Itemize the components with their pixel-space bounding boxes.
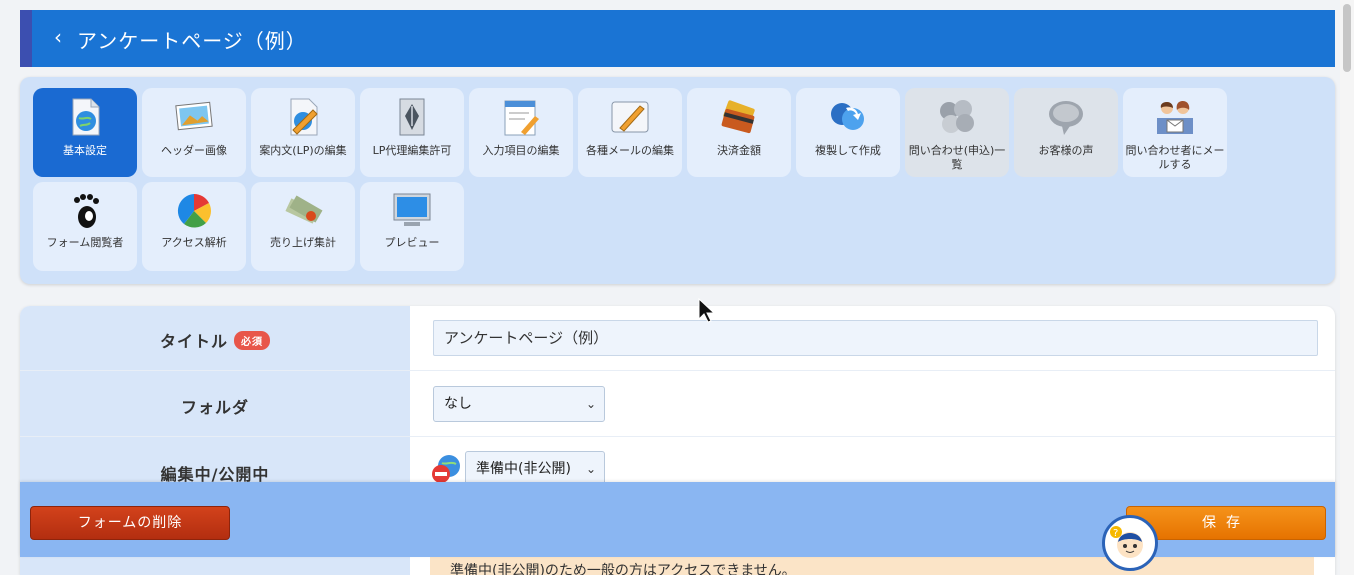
mail-pencil-icon bbox=[611, 101, 649, 133]
duplicate-arrows-icon bbox=[831, 103, 864, 130]
pen-nib-icon bbox=[399, 98, 425, 136]
globe-document-icon bbox=[72, 98, 100, 136]
tool-label: フォーム閲覧者 bbox=[46, 236, 124, 249]
tool-basic-settings[interactable]: 基本設定 bbox=[33, 88, 137, 177]
tool-payment-amount[interactable]: 決済金額 bbox=[687, 88, 791, 177]
title-label: タイトル 必須 bbox=[20, 328, 410, 352]
credit-card-icon bbox=[721, 100, 755, 134]
tool-lp-permission[interactable]: LP代理編集許可 bbox=[360, 88, 464, 177]
tool-edit-fields[interactable]: 入力項目の編集 bbox=[469, 88, 573, 177]
title-input[interactable]: アンケートページ（例） bbox=[433, 320, 1318, 356]
tool-duplicate[interactable]: 複製して作成 bbox=[796, 88, 900, 177]
tool-label: アクセス解析 bbox=[161, 236, 227, 249]
page-header: ‹ アンケートページ（例） bbox=[20, 10, 1335, 67]
vertical-scrollbar[interactable] bbox=[1340, 0, 1354, 575]
svg-text:?: ? bbox=[1113, 528, 1118, 539]
tool-customer-voice[interactable]: お客様の声 bbox=[1014, 88, 1118, 177]
row-divider bbox=[20, 370, 1335, 371]
tool-sales-summary[interactable]: 売り上げ集計 bbox=[251, 182, 355, 271]
tool-label: 案内文(LP)の編集 bbox=[259, 144, 347, 157]
status-select-value: 準備中(非公開) bbox=[476, 461, 571, 477]
inquiry-list-icon bbox=[940, 100, 974, 133]
unpublished-globe-icon bbox=[432, 455, 460, 483]
tool-label: 問い合わせ者にメールする bbox=[1125, 144, 1225, 171]
tool-edit-lp[interactable]: 案内文(LP)の編集 bbox=[251, 88, 355, 177]
tool-inquiry-list[interactable]: 問い合わせ(申込)一覧 bbox=[905, 88, 1009, 177]
tool-header-image[interactable]: ヘッダー画像 bbox=[142, 88, 246, 177]
scrollbar-thumb[interactable] bbox=[1343, 4, 1351, 72]
tool-preview[interactable]: プレビュー bbox=[360, 182, 464, 271]
pencil-document-icon bbox=[290, 98, 318, 136]
tool-label: プレビュー bbox=[384, 236, 440, 249]
chevron-down-icon: ⌄ bbox=[585, 462, 596, 476]
tool-label: 各種メールの編集 bbox=[586, 144, 674, 157]
tool-label: 問い合わせ(申込)一覧 bbox=[908, 144, 1006, 171]
money-stack-icon bbox=[285, 195, 323, 224]
picture-icon bbox=[175, 101, 213, 131]
tool-label: 複製して作成 bbox=[815, 144, 881, 157]
page-title: アンケートページ（例） bbox=[77, 29, 307, 53]
chevron-down-icon: ⌄ bbox=[585, 397, 596, 411]
form-edit-icon bbox=[504, 100, 539, 136]
delete-form-button[interactable]: フォームの削除 bbox=[30, 506, 230, 540]
help-mascot-button[interactable]: ? bbox=[1102, 515, 1158, 571]
speech-bubble-icon bbox=[1049, 101, 1083, 135]
tool-label: 入力項目の編集 bbox=[482, 144, 560, 157]
folder-label: フォルダ bbox=[180, 398, 249, 417]
people-mail-icon bbox=[1157, 101, 1193, 134]
tool-form-viewers[interactable]: フォーム閲覧者 bbox=[33, 182, 137, 271]
footprint-icon bbox=[74, 194, 99, 228]
tool-label: 決済金額 bbox=[717, 144, 761, 157]
row-divider bbox=[20, 436, 1335, 437]
tool-label: お客様の声 bbox=[1038, 144, 1094, 157]
folder-select[interactable]: なし ⌄ bbox=[433, 386, 605, 422]
tool-edit-mails[interactable]: 各種メールの編集 bbox=[578, 88, 682, 177]
required-badge: 必須 bbox=[234, 331, 270, 350]
tool-mail-inquirers[interactable]: 問い合わせ者にメールする bbox=[1123, 88, 1227, 177]
help-mascot-icon: ? bbox=[1110, 526, 1143, 558]
mouse-cursor-icon bbox=[698, 298, 714, 323]
tool-access-analysis[interactable]: アクセス解析 bbox=[142, 182, 246, 271]
folder-select-value: なし bbox=[444, 396, 472, 412]
tool-label: LP代理編集許可 bbox=[372, 144, 452, 157]
monitor-icon bbox=[393, 193, 431, 226]
tool-label: 基本設定 bbox=[63, 144, 107, 157]
pie-chart-icon bbox=[177, 194, 211, 228]
status-notice: 準備中(非公開)のため一般の方はアクセスできません。 bbox=[430, 556, 1314, 575]
title-label-text: タイトル bbox=[159, 332, 228, 351]
tool-label: 売り上げ集計 bbox=[270, 236, 336, 249]
chevron-left-icon[interactable]: ‹ bbox=[54, 25, 62, 49]
tool-label: ヘッダー画像 bbox=[161, 144, 227, 157]
tool-menu: 基本設定 ヘッダー画像 案内文(LP)の編集 LP代理編集許可 入力項目の編集 … bbox=[20, 77, 1335, 284]
